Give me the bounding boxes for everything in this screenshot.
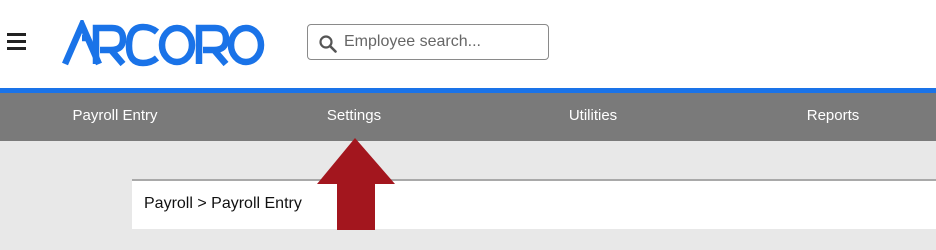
nav-item-utilities[interactable]: Utilities bbox=[569, 93, 617, 141]
nav-item-payroll-entry[interactable]: Payroll Entry bbox=[72, 93, 157, 141]
up-arrow-annotation bbox=[317, 138, 395, 230]
nav-item-reports[interactable]: Reports bbox=[807, 93, 860, 141]
employee-search-box[interactable] bbox=[307, 24, 549, 60]
content-card: Payroll > Payroll Entry bbox=[132, 179, 936, 229]
breadcrumb: Payroll > Payroll Entry bbox=[144, 195, 302, 212]
hamburger-icon[interactable] bbox=[7, 33, 27, 51]
employee-search-input[interactable] bbox=[344, 30, 539, 54]
arcoro-logo[interactable] bbox=[62, 20, 267, 68]
nav-item-settings[interactable]: Settings bbox=[327, 93, 381, 141]
main-nav: Payroll Entry Settings Utilities Reports bbox=[0, 93, 936, 141]
top-bar bbox=[0, 0, 936, 88]
search-icon bbox=[319, 35, 337, 53]
